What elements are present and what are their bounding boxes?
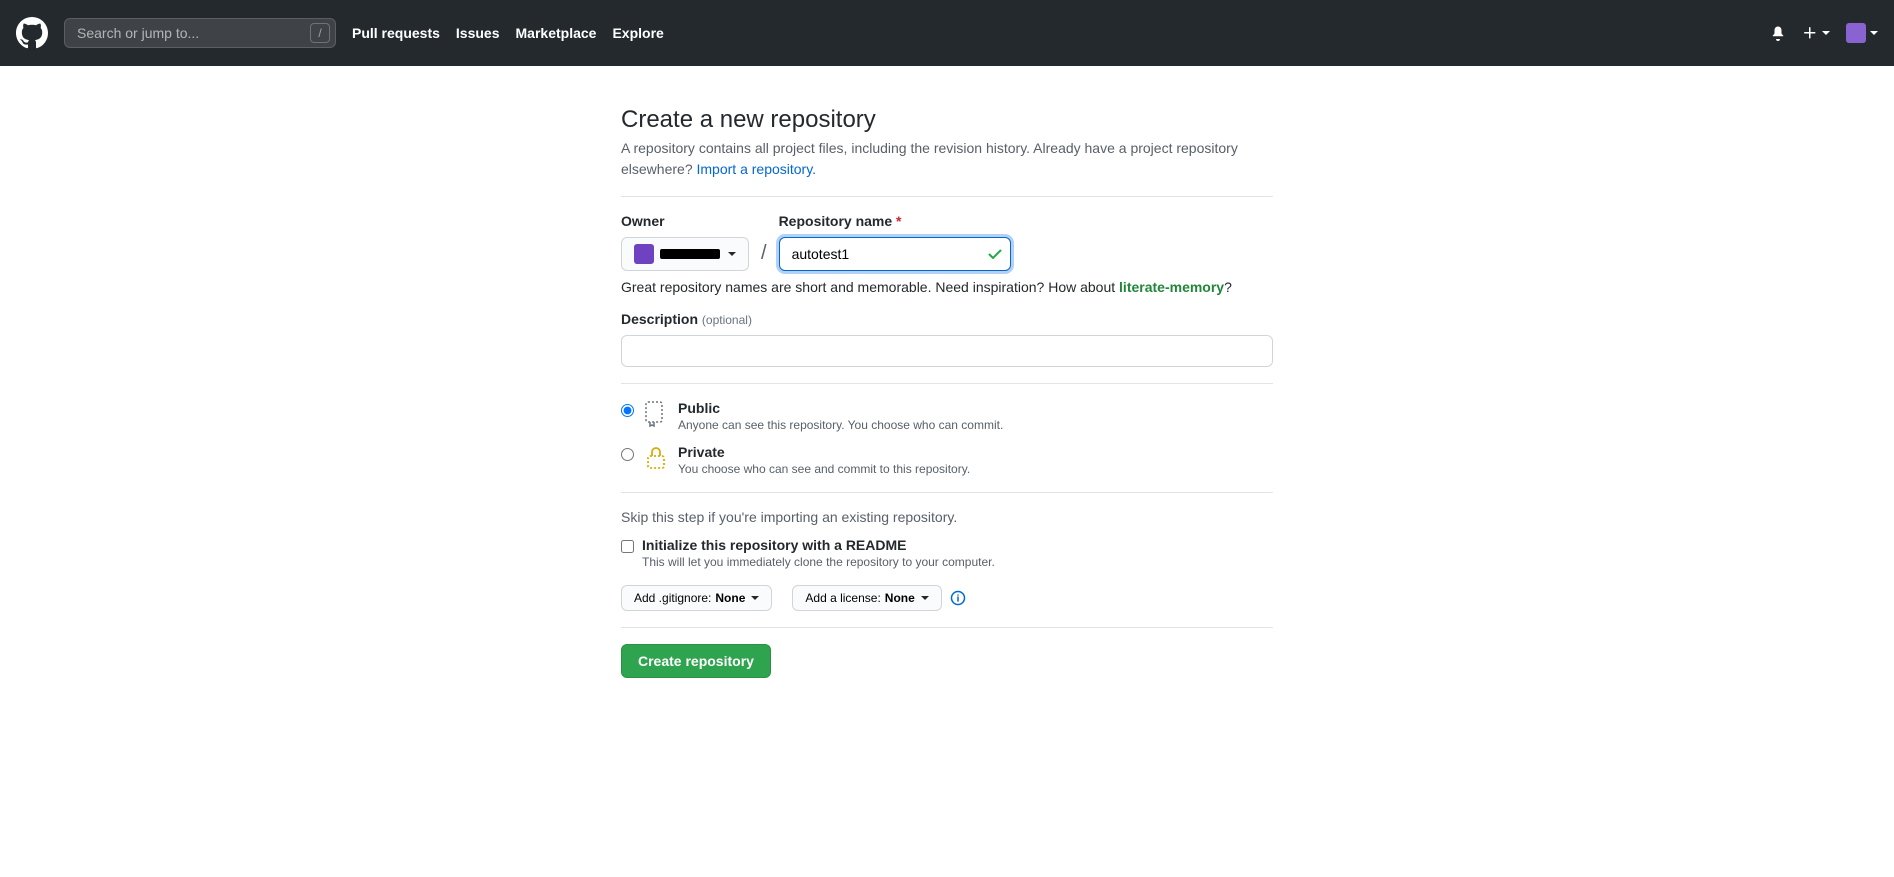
lock-icon — [644, 444, 668, 472]
repo-name-group: Repository name * — [779, 213, 1011, 271]
gitignore-dropdown[interactable]: Add .gitignore: None — [621, 585, 772, 611]
header-right — [1770, 23, 1878, 43]
nav-explore[interactable]: Explore — [612, 25, 663, 41]
description-group: Description (optional) — [621, 311, 1273, 367]
divider — [621, 383, 1273, 384]
owner-label: Owner — [621, 213, 749, 229]
chevron-down-icon — [921, 596, 929, 600]
description-label: Description (optional) — [621, 311, 752, 327]
readme-sub: This will let you immediately clone the … — [642, 555, 995, 569]
owner-select-button[interactable] — [621, 237, 749, 271]
init-readme-checkbox[interactable] — [621, 540, 634, 553]
nav-marketplace[interactable]: Marketplace — [516, 25, 597, 41]
create-repository-button[interactable]: Create repository — [621, 644, 771, 678]
chevron-down-icon — [1822, 31, 1830, 35]
nav-issues[interactable]: Issues — [456, 25, 500, 41]
divider — [621, 492, 1273, 493]
skip-note: Skip this step if you're importing an ex… — [621, 509, 1273, 525]
search-input[interactable] — [64, 18, 336, 48]
visibility-public-text: Public Anyone can see this repository. Y… — [678, 400, 1003, 432]
description-input[interactable] — [621, 335, 1273, 367]
owner-repo-row: Owner / Repository name * — [621, 213, 1273, 271]
visibility-public: Public Anyone can see this repository. Y… — [621, 400, 1273, 432]
owner-group: Owner — [621, 213, 749, 271]
nav-pull-requests[interactable]: Pull requests — [352, 25, 440, 41]
primary-nav: Pull requests Issues Marketplace Explore — [352, 25, 664, 41]
visibility-private-text: Private You choose who can see and commi… — [678, 444, 970, 476]
user-avatar — [1846, 23, 1866, 43]
user-menu[interactable] — [1846, 23, 1878, 43]
path-separator: / — [757, 242, 771, 271]
owner-name-redacted — [660, 249, 720, 259]
repo-name-label: Repository name * — [779, 213, 1011, 229]
divider — [621, 196, 1273, 197]
slash-shortcut-icon: / — [310, 23, 330, 43]
dropdown-row: Add .gitignore: None Add a license: None — [621, 585, 1273, 611]
import-repo-link[interactable]: Import a repository. — [697, 161, 817, 177]
readme-title: Initialize this repository with a README — [642, 537, 995, 553]
name-hint: Great repository names are short and mem… — [621, 279, 1273, 295]
name-suggestion[interactable]: literate-memory — [1119, 279, 1224, 295]
global-header: / Pull requests Issues Marketplace Explo… — [0, 0, 1894, 66]
chevron-down-icon — [751, 596, 759, 600]
visibility-private: Private You choose who can see and commi… — [621, 444, 1273, 476]
search-wrapper: / — [64, 18, 336, 48]
page-subtitle: A repository contains all project files,… — [621, 138, 1273, 180]
check-icon — [987, 246, 1003, 262]
github-logo[interactable] — [16, 17, 48, 49]
license-dropdown[interactable]: Add a license: None — [792, 585, 941, 611]
page-title: Create a new repository — [621, 106, 1273, 134]
info-icon[interactable] — [950, 590, 966, 606]
notifications-icon[interactable] — [1770, 25, 1786, 41]
create-new-dropdown[interactable] — [1802, 25, 1830, 41]
readme-row: Initialize this repository with a README… — [621, 537, 1273, 569]
repo-name-input[interactable] — [779, 237, 1011, 271]
chevron-down-icon — [1870, 31, 1878, 35]
chevron-down-icon — [728, 252, 736, 256]
main-content: Create a new repository A repository con… — [597, 106, 1297, 678]
visibility-private-radio[interactable] — [621, 448, 634, 461]
visibility-public-radio[interactable] — [621, 404, 634, 417]
divider — [621, 627, 1273, 628]
repo-public-icon — [644, 400, 668, 428]
owner-avatar — [634, 244, 654, 264]
